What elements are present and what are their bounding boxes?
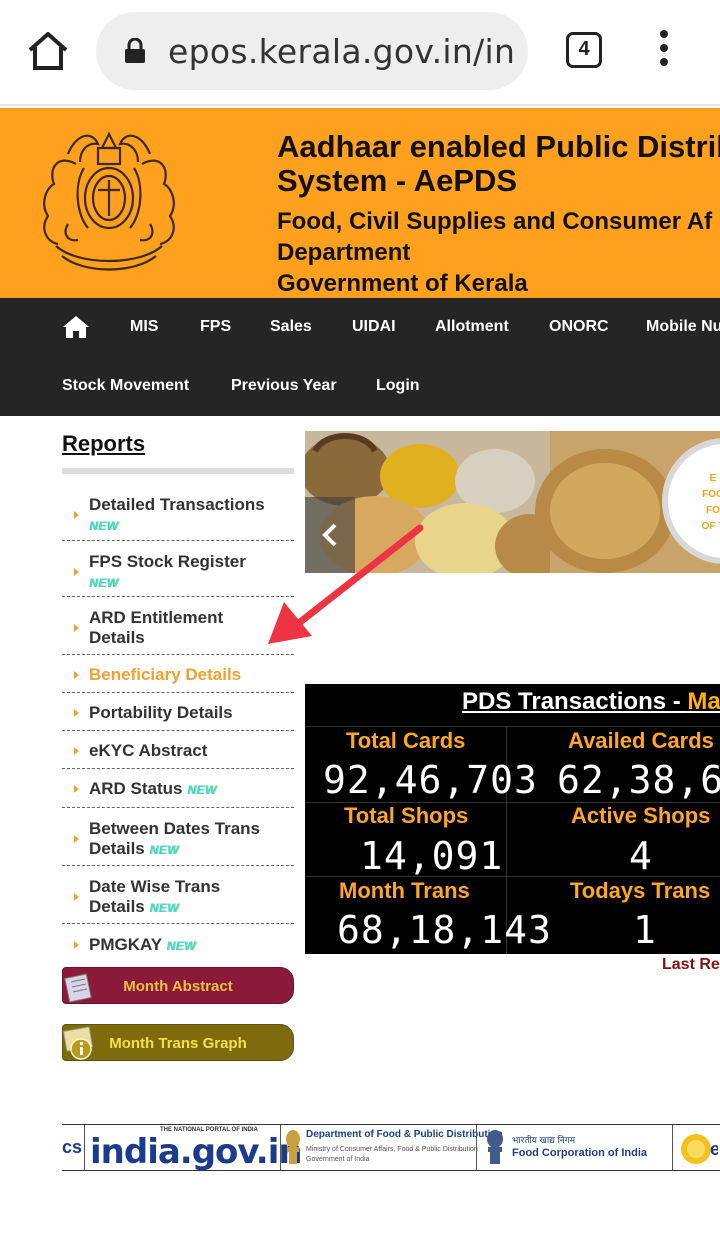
dfpd-logo[interactable]: Department of Food & Public Distribution… — [284, 1127, 503, 1169]
home-icon[interactable] — [26, 30, 70, 72]
nav-sales[interactable]: Sales — [270, 318, 312, 336]
bullet-arrow-icon — [74, 747, 79, 755]
sidebar-item-between-dates-trans-details[interactable]: Between Dates Trans Details NEW — [62, 808, 294, 866]
lock-icon — [125, 38, 145, 63]
bullet-arrow-icon — [74, 941, 79, 949]
bullet-arrow-icon — [74, 835, 79, 843]
india-gov-in-logo[interactable]: THE NATIONAL PORTAL OF INDIA india.gov.i… — [88, 1127, 303, 1170]
kerala-emblem-logo — [43, 131, 175, 271]
new-badge: NEW — [149, 843, 179, 857]
month-trans-value: 68,18,143 — [337, 908, 552, 952]
total-cards-label: Total Cards — [346, 728, 466, 753]
sidebar-item-label: PMGKAY — [89, 935, 162, 954]
nav-previous-year[interactable]: Previous Year — [231, 377, 337, 395]
more-options-icon[interactable] — [652, 30, 676, 70]
availed-cards-label: Availed Cards — [568, 728, 714, 753]
site-title: Aadhaar enabled Public Distrib System - … — [277, 129, 720, 198]
sidebar-item-label: Date Wise Trans — [89, 877, 221, 896]
sidebar-item-label: Beneficiary Details — [89, 665, 242, 684]
sidebar-item-portability-details[interactable]: Portability Details — [62, 693, 294, 731]
new-badge: NEW — [89, 576, 119, 590]
banner-circle-text: E FOO FO OF T — [701, 473, 720, 532]
bullet-arrow-icon — [74, 511, 79, 519]
new-badge: NEW — [149, 901, 179, 915]
sidebar-item-label: ARD Entitlement — [89, 608, 224, 627]
active-shops-value: 4 — [629, 834, 653, 878]
new-badge: NEW — [166, 939, 196, 953]
nav-home-icon[interactable] — [62, 315, 90, 339]
fci-logo[interactable]: भारतीय खाद्य निगम Food Corporation of In… — [480, 1127, 675, 1169]
month-trans-graph-label: Month Trans Graph — [109, 1035, 247, 1052]
ashoka-emblem-icon — [286, 1130, 300, 1164]
svg-text:e: e — [710, 1139, 718, 1159]
sidebar-item-pmgkay[interactable]: PMGKAY NEW — [62, 924, 294, 964]
sidebar-item-label-line2: Details — [89, 897, 145, 916]
month-abstract-label: Month Abstract — [123, 978, 233, 995]
bullet-arrow-icon — [74, 709, 79, 717]
new-badge: NEW — [89, 519, 119, 533]
sidebar-item-ard-status[interactable]: ARD Status NEW — [62, 769, 294, 808]
last-refreshed-text: Last Re — [662, 956, 720, 973]
address-bar[interactable]: epos.kerala.gov.in/in — [96, 12, 528, 90]
document-icon — [64, 973, 92, 1003]
total-shops-label: Total Shops — [344, 803, 469, 828]
availed-cards-value: 62,38,602 — [557, 758, 720, 802]
sidebar-item-date-wise-trans-details[interactable]: Date Wise Trans Details NEW — [62, 866, 294, 924]
nav-allotment[interactable]: Allotment — [435, 318, 509, 336]
total-shops-value: 14,091 — [360, 834, 504, 878]
e-governance-logo-icon[interactable]: e — [678, 1131, 718, 1167]
todays-trans-value: 1 — [633, 908, 657, 952]
bullet-arrow-icon — [74, 671, 79, 679]
sidebar-item-label-line2: Details — [89, 839, 145, 858]
month-abstract-button[interactable]: Month Abstract — [62, 967, 294, 1004]
sidebar-item-label: FPS Stock Register — [89, 552, 246, 571]
nav-mobile-number[interactable]: Mobile Nu — [646, 318, 720, 336]
nav-uidai[interactable]: UIDAI — [352, 318, 396, 336]
ashoka-emblem-icon — [487, 1130, 503, 1164]
sidebar-item-beneficiary-details[interactable]: Beneficiary Details — [62, 655, 294, 693]
bullet-arrow-icon — [74, 568, 79, 576]
pds-title: PDS Transactions - Ma — [462, 688, 720, 715]
sidebar-item-label: eKYC Abstract — [89, 741, 208, 760]
annotation-arrow-icon — [268, 524, 424, 644]
department-name: Food, Civil Supplies and Consumer Af Dep… — [277, 208, 713, 297]
nav-stock-movement[interactable]: Stock Movement — [62, 377, 189, 395]
sidebar-item-label: ARD Status — [89, 779, 183, 798]
nav-fps[interactable]: FPS — [200, 318, 231, 336]
new-badge: NEW — [187, 783, 217, 797]
partner-logos-strip: cs THE NATIONAL PORTAL OF INDIA india.go… — [62, 1124, 720, 1171]
sidebar-item-ekyc-abstract[interactable]: eKYC Abstract — [62, 731, 294, 769]
nav-mis[interactable]: MIS — [130, 318, 158, 336]
month-trans-graph-button[interactable]: Month Trans Graph — [62, 1024, 294, 1061]
reports-divider — [62, 468, 294, 474]
site-header: Aadhaar enabled Public Distrib System - … — [0, 108, 720, 298]
sidebar-item-label-line2: Details — [89, 628, 145, 647]
tab-switcher-button[interactable]: 4 — [566, 32, 602, 68]
reports-heading: Reports — [62, 431, 146, 456]
todays-trans-label: Todays Trans — [570, 878, 711, 903]
bullet-arrow-icon — [74, 785, 79, 793]
info-icon — [63, 1026, 94, 1060]
pds-transactions-panel: PDS Transactions - Ma Total Cards Availe… — [305, 684, 720, 954]
total-cards-value: 92,46,703 — [323, 758, 538, 802]
nav-onorc[interactable]: ONORC — [549, 318, 609, 336]
url-text: epos.kerala.gov.in/in — [168, 32, 516, 71]
bullet-arrow-icon — [74, 893, 79, 901]
browser-toolbar: epos.kerala.gov.in/in 4 — [0, 0, 720, 106]
sidebar-item-label: Portability Details — [89, 703, 233, 722]
main-nav: MIS FPS Sales UIDAI Allotment ONORC Mobi… — [0, 298, 720, 416]
nav-login[interactable]: Login — [376, 377, 420, 395]
bullet-arrow-icon — [74, 624, 79, 632]
sidebar-item-label: Detailed Transactions — [89, 495, 265, 514]
logo-fragment-text: cs — [62, 1137, 83, 1157]
month-trans-label: Month Trans — [339, 878, 470, 903]
active-shops-label: Active Shops — [571, 803, 711, 828]
sidebar-item-label: Between Dates Trans — [89, 819, 261, 838]
